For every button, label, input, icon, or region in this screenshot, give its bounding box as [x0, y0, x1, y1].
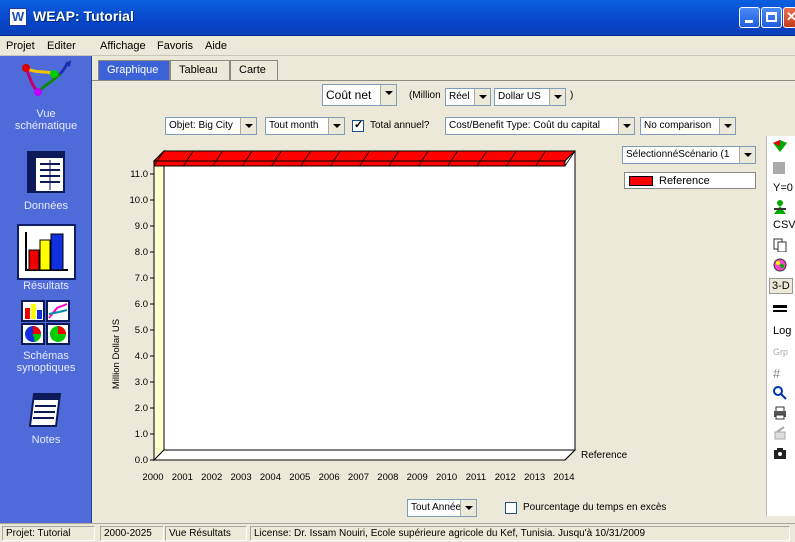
x-tick-label: 2004: [260, 472, 281, 483]
x-tick-label: 2014: [553, 472, 574, 483]
results-chart-icon: [25, 232, 68, 271]
x-tick-label: 2013: [524, 472, 545, 483]
minimize-button[interactable]: [739, 7, 760, 28]
schematic-icon: [22, 60, 71, 96]
csv-export-button[interactable]: CSV: [773, 219, 795, 231]
y-tick-label: 9.0: [135, 221, 148, 232]
print-icon[interactable]: [773, 406, 787, 423]
y-tick-label: 8.0: [135, 247, 148, 258]
y-tick-label: 6.0: [135, 299, 148, 310]
y-tick-label: 10.0: [130, 195, 149, 206]
notes-icon: [28, 393, 62, 427]
sidebar-item-schematic[interactable]: Vue schématique: [0, 60, 92, 132]
x-tick-label: 2005: [289, 472, 310, 483]
x-tick-label: 2009: [407, 472, 428, 483]
three-d-toggle[interactable]: 3-D: [769, 278, 793, 294]
chart-back-wall: [163, 150, 576, 451]
years-value: Tout Année: [411, 502, 462, 513]
overview-icon: [21, 300, 70, 345]
x-tick-label: 2010: [436, 472, 457, 483]
x-tick-label: 2000: [142, 472, 163, 483]
sidebar-item-label: Données: [23, 200, 69, 212]
sidebar-item-label: Schémas: [23, 350, 69, 362]
close-icon: ✕: [786, 9, 795, 24]
grid-icon[interactable]: #: [773, 366, 780, 381]
log-scale-button[interactable]: Log: [773, 325, 791, 337]
zoom-icon[interactable]: [773, 386, 787, 403]
close-button[interactable]: ✕: [783, 7, 795, 28]
percent-exceeded-checkbox[interactable]: [505, 502, 517, 514]
percent-exceeded-label: Pourcentage du temps en excès: [523, 502, 667, 513]
x-tick-label: 2012: [495, 472, 516, 483]
color-swatch-icon[interactable]: [773, 162, 785, 177]
title-bar: W WEAP: Tutorial ✕: [0, 0, 795, 36]
y-zero-button[interactable]: Y=0: [773, 182, 793, 194]
y-axis-label: Million Dollar US: [111, 319, 122, 389]
view-bar: Vue schématique Données Résultats Schéma…: [0, 56, 92, 523]
chart-left-wall: [153, 149, 165, 462]
sidebar-item-label: Résultats: [23, 280, 69, 292]
y-tick-label: 7.0: [135, 273, 148, 284]
data-table-icon: [27, 151, 65, 193]
chart-tools: Y=0 CSV 3-D Log Grp #: [766, 136, 795, 516]
x-tick-label: 2002: [201, 472, 222, 483]
sidebar-item-label: schématique: [14, 120, 78, 132]
menu-editer[interactable]: Editer: [47, 40, 76, 52]
sidebar-item-schemas[interactable]: Schémas synoptiques: [0, 300, 92, 374]
window-title: WEAP: Tutorial: [33, 8, 134, 24]
status-view: Vue Résultats: [165, 526, 247, 541]
y-tick-label: 3.0: [135, 377, 148, 388]
person-icon[interactable]: [773, 200, 787, 217]
x-tick-label: 2003: [231, 472, 252, 483]
sidebar-item-resultats[interactable]: Résultats: [0, 224, 92, 292]
sidebar-item-notes[interactable]: Notes: [0, 390, 92, 446]
results-panel: Graphique Tableau Carte Coût net (Millio…: [92, 56, 795, 523]
chart: Million Dollar US Reference 0.0 1.0 2.0 3.0…: [111, 149, 628, 483]
menu-bar: Projet Editer Affichage Favoris Aide: [0, 37, 795, 56]
y-tick-label: 4.0: [135, 351, 148, 362]
y-tick-label: 2.0: [135, 403, 148, 414]
status-license: License: Dr. Issam Nouiri, Ecole supérie…: [250, 526, 790, 541]
sidebar-item-label: Notes: [31, 434, 61, 446]
years-select[interactable]: Tout Année: [407, 499, 477, 517]
x-tick-label: 2006: [319, 472, 340, 483]
sidebar-item-label: Vue: [36, 108, 56, 120]
y-tick-label: 5.0: [135, 325, 148, 336]
menu-favoris[interactable]: Favoris: [157, 40, 193, 52]
x-tick-label: 2008: [377, 472, 398, 483]
status-project: Projet: Tutorial: [2, 526, 95, 541]
group-button[interactable]: Grp: [773, 347, 788, 357]
y-tick-label: 0.0: [135, 455, 148, 466]
sidebar-item-donnees[interactable]: Données: [0, 150, 92, 212]
x-tick-label: 2011: [466, 472, 486, 483]
y-tick-label: 11.0: [130, 169, 148, 180]
menu-affichage[interactable]: Affichage: [100, 40, 146, 52]
x-tick-label: 2007: [348, 472, 369, 483]
status-period: 2000-2025: [100, 526, 164, 541]
x-tick-label: 2001: [172, 472, 193, 483]
edit-disabled-icon: [773, 426, 787, 443]
sidebar-item-label: synoptiques: [16, 362, 76, 374]
status-bar: Projet: Tutorial 2000-2025 Vue Résultats…: [0, 523, 795, 542]
menu-aide[interactable]: Aide: [205, 40, 227, 52]
copy-icon[interactable]: [773, 238, 787, 255]
maximize-button[interactable]: [761, 7, 782, 28]
chart-floor: [152, 449, 577, 461]
y-tick-label: 1.0: [135, 429, 148, 440]
palette-icon[interactable]: [773, 258, 787, 275]
chart-type-icon[interactable]: [773, 140, 787, 155]
series-end-label: Reference: [581, 450, 628, 461]
weap-app-icon[interactable]: W: [9, 8, 27, 26]
menu-projet[interactable]: Projet: [6, 40, 35, 52]
line-style-icon[interactable]: [773, 304, 787, 317]
camera-icon[interactable]: [773, 446, 787, 463]
